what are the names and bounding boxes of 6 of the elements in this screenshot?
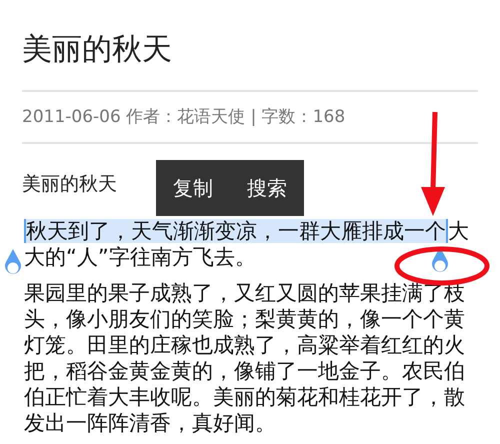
paragraph: 秋天到了，天气渐渐变凉，一群大雁排成一个大大的“人”字往南方飞去。: [23, 218, 470, 270]
article-subtitle: 美丽的秋天: [22, 172, 117, 197]
menu-item[interactable]: 复制: [169, 168, 217, 208]
menu-item[interactable]: 搜索: [243, 168, 291, 208]
article-meta: 2011-06-06 作者：花语天使 | 字数：168: [21, 106, 346, 129]
article-title: 美丽的秋天: [21, 31, 173, 69]
